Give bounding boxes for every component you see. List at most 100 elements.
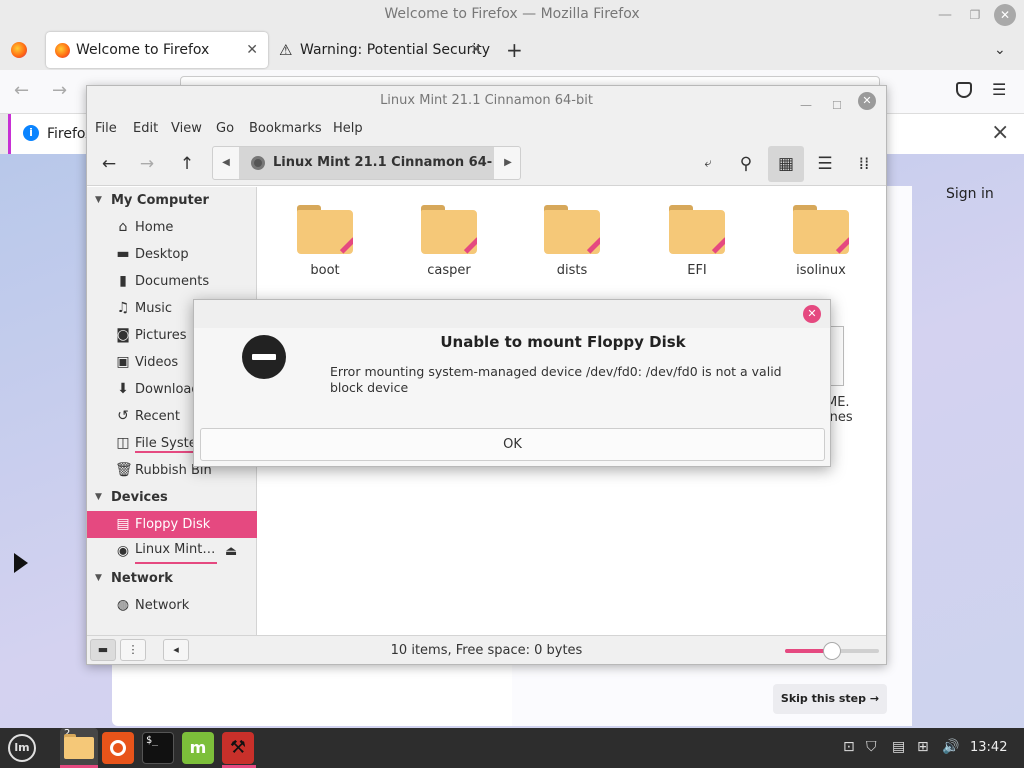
status-bar: ▬ ⋮ ◂ 10 items, Free space: 0 bytes	[87, 635, 886, 664]
folder-icon	[421, 205, 477, 254]
menu-file[interactable]: File	[95, 121, 117, 136]
back-arrow-icon[interactable]: ←	[95, 150, 123, 178]
floppy-icon: ▤	[116, 516, 130, 532]
firefox-logo-icon	[55, 43, 70, 58]
file-system-icon: ◫	[116, 435, 130, 451]
clipboard-icon[interactable]: ▤	[892, 739, 905, 755]
file-manager-title: Linux Mint 21.1 Cinnamon 64-bit	[380, 93, 593, 108]
optical-disc-icon	[251, 156, 265, 170]
collapse-arrow-icon[interactable]: ▼	[95, 484, 102, 511]
sidebar-item-label: Pictures	[135, 328, 187, 343]
collapse-arrow-icon[interactable]: ▼	[95, 187, 102, 214]
folder-item[interactable]: dists	[522, 205, 622, 278]
pictures-icon: ◙	[116, 327, 130, 343]
sidebar-item-floppy-disk[interactable]: ▤ Floppy Disk	[87, 511, 257, 538]
folder-item[interactable]: isolinux	[771, 205, 871, 278]
sidebar-item-linux-mint-disc[interactable]: ◉ Linux Mint 21.1 Cinnamon 64-bit ⏏	[87, 538, 257, 565]
folder-icon	[793, 205, 849, 254]
folder-item[interactable]: casper	[399, 205, 499, 278]
info-icon: i	[23, 125, 39, 141]
sidebar-item-label: Videos	[135, 355, 179, 370]
back-button[interactable]: ←	[14, 80, 29, 101]
menu-edit[interactable]: Edit	[133, 121, 158, 136]
menu-help[interactable]: Help	[333, 121, 363, 136]
sidebar-section-my-computer[interactable]: ▼ My Computer	[87, 187, 257, 214]
skip-step-button[interactable]: Skip this step →	[773, 684, 887, 714]
path-scroll-left-icon[interactable]: ◀	[213, 147, 239, 179]
zoom-slider-handle[interactable]	[823, 642, 841, 660]
folder-label: EFI	[687, 263, 707, 278]
close-window-button[interactable]: ✕	[994, 4, 1016, 26]
zoom-slider[interactable]	[785, 642, 879, 660]
sidebar-section-title: Network	[111, 571, 173, 586]
menu-bookmarks[interactable]: Bookmarks	[249, 121, 322, 136]
close-notification-icon[interactable]: ×	[991, 120, 1009, 145]
installer-icon: ⚒	[229, 737, 247, 758]
network-icon[interactable]: ⊞	[917, 739, 929, 755]
close-tab-icon[interactable]: ✕	[470, 32, 482, 68]
folder-icon	[669, 205, 725, 254]
list-view-icon[interactable]: ☰	[811, 150, 839, 178]
firefox-logo-icon	[110, 740, 126, 756]
tab-label: Warning: Potential Security	[300, 42, 490, 58]
shield-icon[interactable]: ⛉	[866, 739, 877, 755]
icon-view-icon[interactable]: ▦	[768, 146, 804, 182]
tab-security-warning[interactable]: ⚠ Warning: Potential Security ✕	[270, 32, 492, 68]
taskbar-terminal-app[interactable]: $_	[142, 732, 174, 764]
sidebar-item-desktop[interactable]: ▬ Desktop	[87, 241, 257, 268]
menu-icon[interactable]: ☰	[992, 80, 1006, 99]
mint-menu-icon[interactable]: lm	[8, 734, 36, 762]
list-tabs-button[interactable]: ⌄	[994, 30, 1006, 70]
pocket-icon[interactable]	[956, 82, 972, 98]
forward-arrow-icon[interactable]: →	[133, 150, 161, 178]
menu-view[interactable]: View	[171, 121, 202, 136]
dialog-titlebar[interactable]: ✕	[194, 300, 830, 328]
update-manager-icon[interactable]: ⊡	[843, 739, 855, 755]
sidebar-item-label: Recent	[135, 409, 180, 424]
file-manager-titlebar[interactable]: Linux Mint 21.1 Cinnamon 64-bit — ☐ ✕	[87, 86, 886, 116]
forward-button[interactable]: →	[52, 80, 67, 101]
collapse-arrow-icon[interactable]: ▼	[95, 565, 102, 592]
sign-in-link[interactable]: Sign in	[946, 186, 994, 202]
taskbar-software-manager-app[interactable]: m	[182, 732, 214, 764]
toggle-location-icon[interactable]: ⤶	[694, 150, 722, 178]
close-window-button[interactable]: ✕	[858, 92, 876, 110]
firefox-view-icon[interactable]	[11, 42, 27, 58]
sidebar-section-network[interactable]: ▼ Network	[87, 565, 257, 592]
new-tab-button[interactable]: +	[506, 30, 523, 70]
taskbar-files-app[interactable]: 2	[60, 728, 98, 768]
sidebar-item-home[interactable]: ⌂ Home	[87, 214, 257, 241]
downloads-icon: ⬇	[117, 381, 129, 397]
recent-icon: ↺	[117, 408, 129, 424]
tab-welcome[interactable]: Welcome to Firefox ✕	[46, 32, 268, 68]
folder-icon	[64, 737, 94, 759]
close-dialog-button[interactable]: ✕	[803, 305, 821, 323]
eject-icon[interactable]: ⏏	[225, 538, 237, 565]
sidebar-item-documents[interactable]: ▮ Documents	[87, 268, 257, 295]
menu-go[interactable]: Go	[216, 121, 234, 136]
sidebar-item-label: Home	[135, 220, 174, 235]
sidebar-section-title: My Computer	[111, 193, 209, 208]
taskbar-installer-app[interactable]: ⚒	[222, 732, 254, 764]
ok-button[interactable]: OK	[200, 428, 825, 461]
sidebar-section-devices[interactable]: ▼ Devices	[87, 484, 257, 511]
search-icon[interactable]: ⚲	[732, 150, 760, 178]
clock[interactable]: 13:42	[970, 740, 1007, 755]
sidebar-item-network[interactable]: ◍ Network	[87, 592, 257, 619]
breadcrumb-item[interactable]: Linux Mint 21.1 Cinnamon 64-bit	[239, 147, 494, 202]
minimize-button[interactable]: —	[935, 5, 955, 25]
close-tab-icon[interactable]: ✕	[246, 32, 258, 68]
taskbar-firefox-app[interactable]	[102, 732, 134, 764]
error-icon	[242, 335, 286, 379]
volume-icon[interactable]: 🔊	[942, 739, 959, 755]
sidebar-item-label: Linux Mint 21.1 Cinnamon 64-bit	[135, 538, 217, 564]
path-scroll-right-icon[interactable]: ▶	[495, 147, 521, 179]
up-arrow-icon[interactable]: ↑	[173, 150, 201, 178]
taskbar: lm 2 $_ m ⚒ ⊡ ⛉ ▤ ⊞ 🔊 13:42	[0, 728, 1024, 768]
folder-item[interactable]: boot	[275, 205, 375, 278]
mouse-pointer-icon	[14, 553, 28, 573]
toolbar: ← → ↑ ◀ Linux Mint 21.1 Cinnamon 64-bit …	[87, 142, 886, 202]
maximize-button[interactable]: ❐	[965, 5, 985, 25]
folder-item[interactable]: EFI	[647, 205, 747, 278]
compact-view-icon[interactable]: ⁞⁞	[850, 150, 878, 178]
